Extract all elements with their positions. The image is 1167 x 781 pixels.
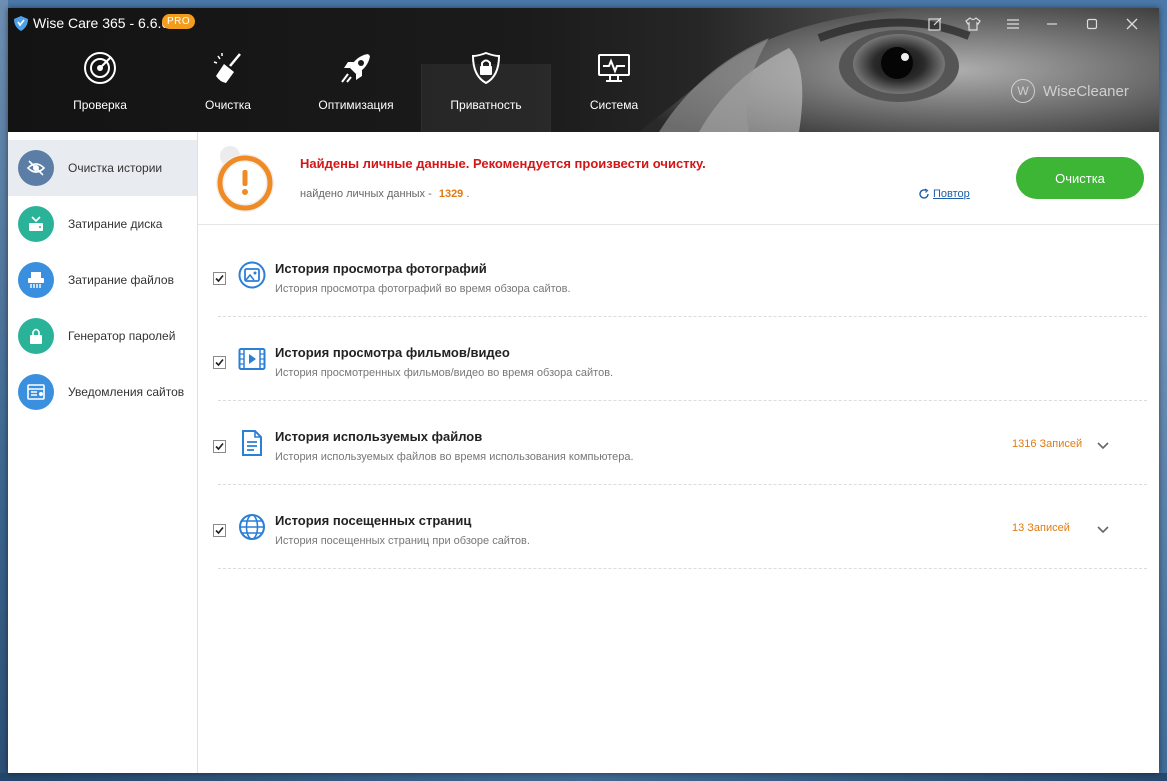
document-icon [242, 430, 262, 456]
menu-icon[interactable] [1003, 14, 1023, 34]
photo-icon [238, 261, 266, 289]
list-item: История просмотра фотографий История про… [198, 233, 1159, 317]
shredder-icon [18, 262, 54, 298]
nav-item-system[interactable]: Система [550, 54, 678, 132]
row-divider [218, 568, 1147, 569]
refresh-icon [919, 188, 929, 199]
sidebar-item-label: Очистка истории [68, 161, 163, 175]
sidebar-item-label: Генератор паролей [68, 329, 176, 343]
list-item: История просмотра фильмов/видео История … [198, 317, 1159, 401]
retry-label: Повтор [933, 188, 970, 200]
item-checkbox[interactable] [213, 524, 226, 537]
item-checkbox[interactable] [213, 272, 226, 285]
scan-result-alert: Найдены личные данные. Рекомендуется про… [198, 132, 1159, 225]
notification-icon [18, 374, 54, 410]
main-content: Найдены личные данные. Рекомендуется про… [198, 132, 1159, 773]
item-title: История просмотра фильмов/видео [275, 345, 510, 360]
item-title: История посещенных страниц [275, 513, 472, 528]
app-title: Wise Care 365 - 6.6.6 [33, 15, 170, 31]
sidebar-item-history-clean[interactable]: Очистка истории [8, 140, 197, 196]
lock-icon [18, 318, 54, 354]
nav-item-privacy[interactable]: Приватность [421, 51, 551, 132]
header: Wise Care 365 - 6.6.6 PRO Проверка Очист… [8, 8, 1159, 132]
maximize-icon[interactable] [1082, 14, 1102, 34]
sidebar-item-label: Затирание диска [68, 217, 163, 231]
found-suffix: . [466, 188, 470, 200]
app-window: Wise Care 365 - 6.6.6 PRO Проверка Очист… [8, 8, 1159, 773]
minimize-icon[interactable] [1042, 14, 1062, 34]
sidebar-item-file-shred[interactable]: Затирание файлов [8, 252, 197, 308]
found-label: найдено личных данных - [300, 188, 432, 200]
privacy-lock-icon [471, 51, 501, 85]
nav-label: Очистка [205, 98, 251, 112]
chevron-down-icon[interactable] [1096, 438, 1110, 452]
alert-title: Найдены личные данные. Рекомендуется про… [300, 156, 706, 171]
eye-off-icon [18, 150, 54, 186]
chevron-down-icon[interactable] [1096, 522, 1110, 536]
sidebar-item-password-generator[interactable]: Генератор паролей [8, 308, 197, 364]
sidebar-item-label: Уведомления сайтов [68, 385, 185, 399]
video-icon [238, 348, 266, 370]
item-checkbox[interactable] [213, 356, 226, 369]
nav-item-check[interactable]: Проверка [36, 52, 164, 132]
monitor-icon [598, 54, 630, 82]
item-checkbox[interactable] [213, 440, 226, 453]
wisecleaner-logo: W WiseCleaner [1011, 79, 1129, 103]
nav-label: Оптимизация [318, 98, 394, 112]
record-count: 13 Записей [1012, 522, 1070, 534]
item-description: История используемых файлов во время исп… [275, 451, 634, 463]
title-bar: Wise Care 365 - 6.6.6 PRO [8, 8, 1159, 38]
item-description: История просмотра фотографий во время об… [275, 283, 571, 295]
nav-item-optimize[interactable]: Оптимизация [292, 54, 420, 132]
skin-shirt-icon[interactable] [963, 14, 983, 34]
desktop-taskbar-edge [0, 773, 1167, 781]
item-description: История просмотренных фильмов/видео во в… [275, 367, 614, 379]
globe-icon [239, 514, 265, 540]
record-count: 1316 Записей [1012, 438, 1083, 450]
feedback-icon[interactable] [925, 14, 945, 34]
broom-icon [213, 53, 241, 83]
sidebar-item-disk-wipe[interactable]: Затирание диска [8, 196, 197, 252]
nav-label: Система [589, 98, 639, 112]
warning-icon [216, 146, 274, 212]
radar-icon [84, 52, 116, 84]
list-item: История используемых файлов История испо… [198, 401, 1159, 485]
alert-subtitle: найдено личных данных - 1329 . [300, 188, 469, 200]
nav-label: Проверка [73, 98, 127, 112]
sidebar-item-label: Затирание файлов [68, 273, 174, 287]
item-description: История посещенных страниц при обзоре са… [275, 535, 530, 547]
wisecleaner-mark: W [1011, 79, 1035, 103]
sidebar: Очистка истории Затирание диска Затирани… [8, 132, 198, 773]
desktop-background-left [0, 0, 8, 781]
clean-button[interactable]: Очистка [1016, 157, 1144, 199]
list-item: История посещенных страниц История посещ… [198, 485, 1159, 569]
disk-wipe-icon [18, 206, 54, 242]
item-title: История используемых файлов [275, 429, 483, 444]
retry-link[interactable]: Повтор [918, 188, 970, 200]
sidebar-item-site-notifications[interactable]: Уведомления сайтов [8, 364, 197, 420]
item-title: История просмотра фотографий [275, 261, 487, 276]
rocket-icon [341, 54, 370, 83]
wisecleaner-text: WiseCleaner [1043, 82, 1129, 100]
app-shield-icon [14, 16, 28, 31]
close-icon[interactable] [1122, 14, 1142, 34]
found-count: 1329 [438, 188, 464, 200]
nav-item-clean[interactable]: Очистка [164, 53, 292, 132]
nav-label: Приватность [450, 98, 522, 112]
pro-badge: PRO [162, 14, 196, 29]
